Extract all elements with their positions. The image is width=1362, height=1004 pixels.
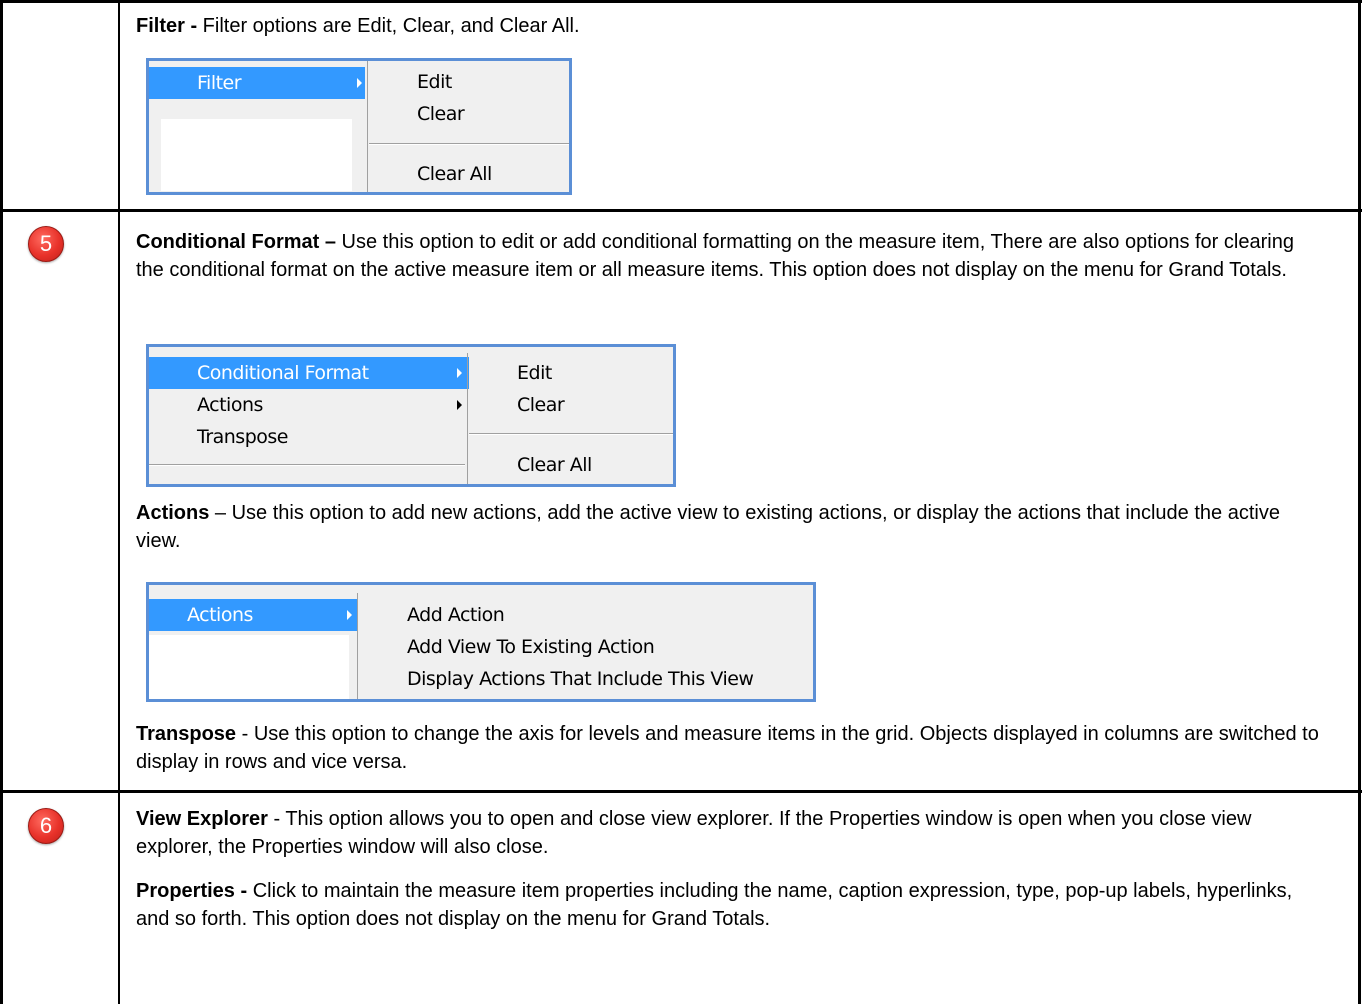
submenu-border bbox=[367, 61, 368, 192]
filter-menu-screenshot: Filter Edit Clear Clear All bbox=[146, 58, 572, 195]
row-filter: Filter - Filter options are Edit, Clear,… bbox=[120, 0, 1362, 209]
properties-text: Click to maintain the measure item prope… bbox=[136, 880, 1293, 930]
submenu-separator bbox=[369, 143, 569, 145]
menu-item-filter[interactable]: Filter bbox=[197, 68, 242, 98]
filter-paragraph: Filter - Filter options are Edit, Clear,… bbox=[136, 12, 1326, 40]
menu-item-transpose[interactable]: Transpose bbox=[197, 422, 288, 452]
menu-separator bbox=[149, 464, 465, 466]
submenu-item-add-action[interactable]: Add Action bbox=[407, 600, 505, 630]
submenu-item-clear-all[interactable]: Clear All bbox=[417, 159, 492, 189]
menu-highlight bbox=[149, 599, 357, 631]
filter-title: Filter - bbox=[136, 15, 203, 37]
conditional-format-title: Conditional Format – bbox=[136, 231, 336, 253]
menu-highlight bbox=[149, 67, 365, 99]
submenu-border bbox=[357, 593, 358, 699]
submenu-arrow-icon bbox=[357, 78, 362, 88]
submenu-arrow-icon bbox=[457, 368, 462, 378]
conditional-format-menu-screenshot: Conditional Format Actions Transpose Edi… bbox=[146, 344, 676, 487]
step-badge-5: 5 bbox=[28, 226, 64, 262]
transpose-title: Transpose bbox=[136, 723, 237, 745]
menu-blank-area bbox=[149, 635, 349, 699]
submenu-item-add-view-to-existing-action[interactable]: Add View To Existing Action bbox=[407, 632, 655, 662]
menu-item-conditional-format[interactable]: Conditional Format bbox=[197, 358, 369, 388]
step-badge-6: 6 bbox=[28, 808, 64, 844]
actions-text: – Use this option to add new actions, ad… bbox=[136, 502, 1280, 552]
document-table: Filter - Filter options are Edit, Clear,… bbox=[0, 0, 1362, 1004]
properties-paragraph: Properties - Click to maintain the measu… bbox=[136, 877, 1326, 933]
submenu-item-display-actions[interactable]: Display Actions That Include This View bbox=[407, 664, 754, 694]
table-left-border bbox=[0, 0, 3, 1004]
transpose-text: - Use this option to change the axis for… bbox=[136, 723, 1319, 773]
submenu-item-edit[interactable]: Edit bbox=[417, 67, 452, 97]
actions-title: Actions bbox=[136, 502, 210, 524]
row-conditional-format: Conditional Format – Use this option to … bbox=[120, 212, 1362, 790]
view-explorer-title: View Explorer bbox=[136, 808, 268, 830]
submenu-item-clear[interactable]: Clear bbox=[517, 390, 565, 420]
view-explorer-text: - This option allows you to open and clo… bbox=[136, 808, 1252, 858]
submenu-item-edit[interactable]: Edit bbox=[517, 358, 552, 388]
submenu-item-clear[interactable]: Clear bbox=[417, 99, 465, 129]
conditional-format-paragraph: Conditional Format – Use this option to … bbox=[136, 228, 1326, 284]
transpose-paragraph: Transpose - Use this option to change th… bbox=[136, 720, 1326, 776]
submenu-arrow-icon bbox=[457, 400, 462, 410]
properties-title: Properties - bbox=[136, 880, 253, 902]
menu-item-actions[interactable]: Actions bbox=[187, 600, 253, 630]
submenu-item-clear-all[interactable]: Clear All bbox=[517, 450, 592, 480]
actions-paragraph: Actions – Use this option to add new act… bbox=[136, 499, 1326, 555]
submenu-border bbox=[467, 353, 468, 484]
row-view-explorer: View Explorer - This option allows you t… bbox=[120, 793, 1362, 1004]
submenu-separator bbox=[469, 433, 673, 435]
menu-item-actions[interactable]: Actions bbox=[197, 390, 263, 420]
view-explorer-paragraph: View Explorer - This option allows you t… bbox=[136, 805, 1326, 861]
menu-blank-area bbox=[161, 119, 352, 191]
actions-menu-screenshot: Actions Add Action Add View To Existing … bbox=[146, 582, 816, 702]
filter-text: Filter options are Edit, Clear, and Clea… bbox=[202, 15, 580, 37]
submenu-arrow-icon bbox=[347, 610, 352, 620]
